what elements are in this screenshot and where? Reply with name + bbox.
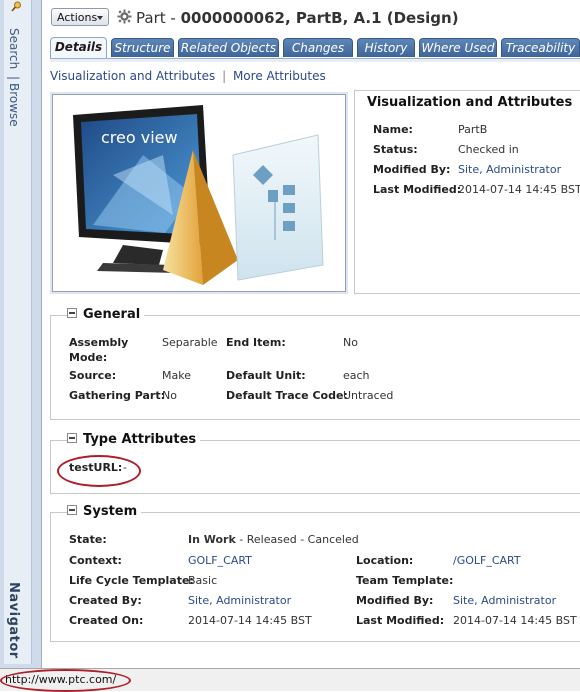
source-value: Make — [162, 369, 191, 382]
link-separator: | — [222, 69, 227, 83]
system-header[interactable]: System — [67, 504, 142, 519]
system-section: System State: In Work - Released - Cance… — [50, 504, 580, 642]
lifecycle-template-label: Life Cycle Template: — [69, 574, 194, 587]
visualization-attributes-link[interactable]: Visualization and Attributes — [50, 69, 215, 83]
section-links: Visualization and Attributes | More Attr… — [50, 69, 326, 83]
default-trace-code-label: Default Trace Code: — [226, 389, 348, 402]
visualization-thumbnail[interactable]: creo view — [52, 94, 346, 292]
default-unit-label: Default Unit: — [226, 369, 306, 382]
team-template-label: Team Template: — [356, 574, 454, 587]
state-current: In Work — [188, 533, 236, 546]
created-on-value: 2014-07-14 14:45 BST — [188, 614, 312, 627]
tab-related-objects[interactable]: Related Objects — [178, 38, 279, 57]
location-label: Location: — [356, 554, 414, 567]
lifecycle-template-value: Basic — [188, 574, 218, 587]
creo-view-illustration: creo view — [73, 105, 324, 285]
gathering-part-label: Gathering Part: — [69, 389, 166, 402]
tab-changes[interactable]: Changes — [283, 38, 353, 57]
modified-by-link[interactable]: Site, Administrator — [458, 163, 561, 176]
search-icon[interactable] — [11, 1, 22, 12]
more-attributes-link[interactable]: More Attributes — [233, 69, 326, 83]
tab-structure[interactable]: Structure — [111, 38, 174, 57]
state-label: State: — [69, 533, 107, 546]
navigator-panel: Search | Browse Navigator — [0, 0, 42, 668]
end-item-value: No — [343, 336, 358, 349]
visualization-attributes-title: Visualization and Attributes — [367, 95, 573, 110]
location-link[interactable]: /GOLF_CART — [453, 554, 521, 567]
assembly-mode-label-line1: Assembly — [69, 336, 129, 349]
tab-underline — [50, 58, 580, 62]
created-by-link[interactable]: Site, Administrator — [188, 594, 291, 607]
system-last-modified-value: 2014-07-14 14:45 BST — [453, 614, 577, 627]
tab-details[interactable]: Details — [50, 37, 107, 58]
tab-where-used[interactable]: Where Used — [419, 38, 497, 57]
last-modified-label: Last Modified: — [373, 183, 462, 196]
source-label: Source: — [69, 369, 117, 382]
name-value: PartB — [458, 123, 488, 136]
state-value: In Work - Released - Canceled — [188, 533, 359, 546]
general-title: General — [83, 307, 141, 322]
status-label: Status: — [373, 143, 418, 156]
actions-button[interactable]: Actions — [51, 8, 109, 26]
general-header[interactable]: General — [67, 307, 145, 322]
chevron-down-icon — [97, 16, 103, 20]
system-title: System — [83, 504, 138, 519]
creo-view-brand: creo view — [101, 128, 178, 147]
visualization-attributes-panel: Visualization and Attributes Name: PartB… — [354, 90, 580, 294]
type-attributes-header[interactable]: Type Attributes — [67, 432, 201, 447]
state-lifecycle: - Released - Canceled — [239, 533, 359, 546]
actions-button-label: Actions — [57, 11, 98, 24]
assembly-mode-label-line2: Mode: — [69, 351, 108, 364]
system-modified-by-link[interactable]: Site, Administrator — [453, 594, 556, 607]
highlight-oval — [57, 455, 141, 487]
main-content: Actions Part - 0000000062, PartB, A.1 (D… — [42, 0, 580, 668]
navigator-browse-tab[interactable]: Browse — [7, 83, 21, 127]
gear-icon — [117, 9, 132, 24]
gathering-part-value: No — [162, 389, 177, 402]
navigator-title[interactable]: Navigator — [6, 582, 21, 659]
navigator-search-tab[interactable]: Search — [7, 28, 21, 69]
status-bar: http://www.ptc.com/ — [0, 668, 580, 692]
collapse-icon[interactable] — [67, 505, 77, 515]
assembly-mode-value: Separable — [162, 336, 218, 349]
context-label: Context: — [69, 554, 122, 567]
page-title-prefix: Part - — [136, 9, 176, 27]
page-title: Part - 0000000062, PartB, A.1 (Design) — [136, 9, 459, 27]
page-title-object: 0000000062, PartB, A.1 (Design) — [180, 9, 459, 27]
name-label: Name: — [373, 123, 413, 136]
type-attributes-title: Type Attributes — [83, 432, 197, 447]
default-unit-value: each — [343, 369, 370, 382]
created-by-label: Created By: — [69, 594, 142, 607]
context-link[interactable]: GOLF_CART — [188, 554, 252, 567]
highlight-oval — [0, 669, 131, 692]
last-modified-value: 2014-07-14 14:45 BST — [458, 183, 580, 196]
status-value: Checked in — [458, 143, 519, 156]
tab-bar: Details Structure Related Objects Change… — [50, 37, 580, 58]
system-modified-by-label: Modified By: — [356, 594, 434, 607]
tab-history[interactable]: History — [357, 38, 415, 57]
collapse-icon[interactable] — [67, 433, 77, 443]
default-trace-code-value: Untraced — [343, 389, 394, 402]
created-on-label: Created On: — [69, 614, 144, 627]
general-section: General Assembly Mode: Separable End Ite… — [50, 307, 580, 420]
navigator-separator: | — [7, 76, 21, 81]
modified-by-label: Modified By: — [373, 163, 451, 176]
collapse-icon[interactable] — [67, 308, 77, 318]
end-item-label: End Item: — [226, 336, 286, 349]
system-last-modified-label: Last Modified: — [356, 614, 445, 627]
tab-traceability[interactable]: Traceability — [501, 38, 580, 57]
type-attributes-section: Type Attributes testURL: - — [50, 432, 580, 494]
